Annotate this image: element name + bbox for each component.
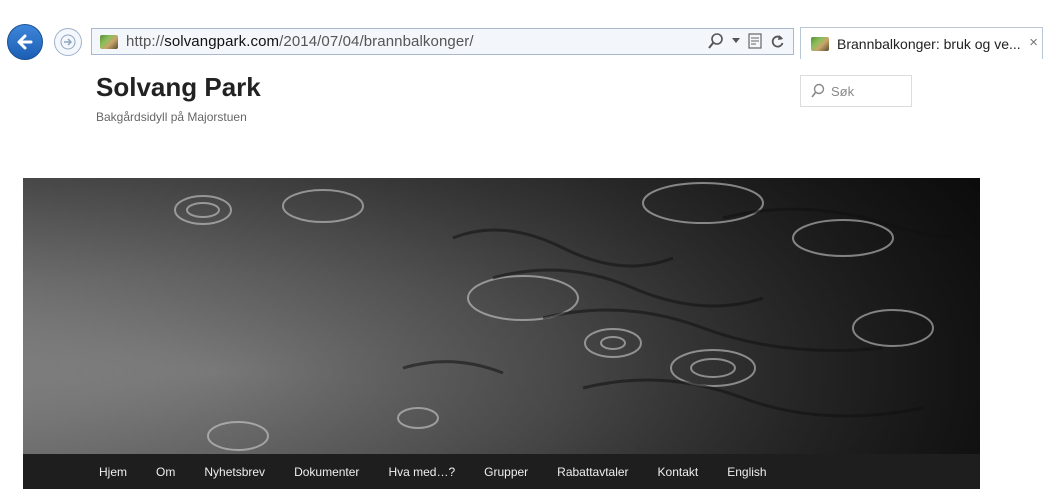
dropdown-icon[interactable] <box>732 38 740 44</box>
header-image <box>23 178 980 454</box>
site-title[interactable]: Solvang Park <box>96 72 261 103</box>
search-icon[interactable] <box>708 32 724 50</box>
site-description: Bakgårdsidyll på Majorstuen <box>96 110 247 124</box>
nav-item-english[interactable]: English <box>727 465 766 479</box>
tab-title: Brannbalkonger: bruk og ve... <box>837 35 1021 52</box>
forward-arrow-icon <box>60 34 76 50</box>
rain-ripples-photo <box>23 178 980 454</box>
site-favicon <box>100 34 118 49</box>
nav-item-om[interactable]: Om <box>156 465 175 479</box>
nav-item-dokumenter[interactable]: Dokumenter <box>294 465 359 479</box>
close-icon[interactable]: × <box>1029 34 1038 51</box>
url-text[interactable]: http://solvangpark.com/2014/07/04/brannb… <box>126 33 474 50</box>
nav-item-rabattavtaler[interactable]: Rabattavtaler <box>557 465 628 479</box>
nav-item-nyhetsbrev[interactable]: Nyhetsbrev <box>204 465 265 479</box>
main-navigation: Hjem Om Nyhetsbrev Dokumenter Hva med…? … <box>23 454 980 489</box>
compat-view-icon[interactable] <box>748 33 762 49</box>
browser-toolbar: http://solvangpark.com/2014/07/04/brannb… <box>0 0 1043 62</box>
forward-button[interactable] <box>54 28 82 56</box>
search-input[interactable] <box>831 83 911 99</box>
back-button[interactable] <box>7 24 43 60</box>
nav-item-hva-med[interactable]: Hva med…? <box>388 465 455 479</box>
refresh-icon[interactable] <box>770 33 785 49</box>
browser-tab[interactable]: Brannbalkonger: bruk og ve... × <box>800 27 1043 59</box>
nav-item-hjem[interactable]: Hjem <box>99 465 127 479</box>
address-bar[interactable]: http://solvangpark.com/2014/07/04/brannb… <box>91 28 794 55</box>
address-bar-icons <box>708 32 785 50</box>
nav-item-grupper[interactable]: Grupper <box>484 465 528 479</box>
tab-favicon <box>811 36 829 51</box>
nav-item-kontakt[interactable]: Kontakt <box>658 465 699 479</box>
search-icon <box>811 83 825 99</box>
search-field[interactable] <box>800 75 912 107</box>
back-arrow-icon <box>17 34 33 50</box>
